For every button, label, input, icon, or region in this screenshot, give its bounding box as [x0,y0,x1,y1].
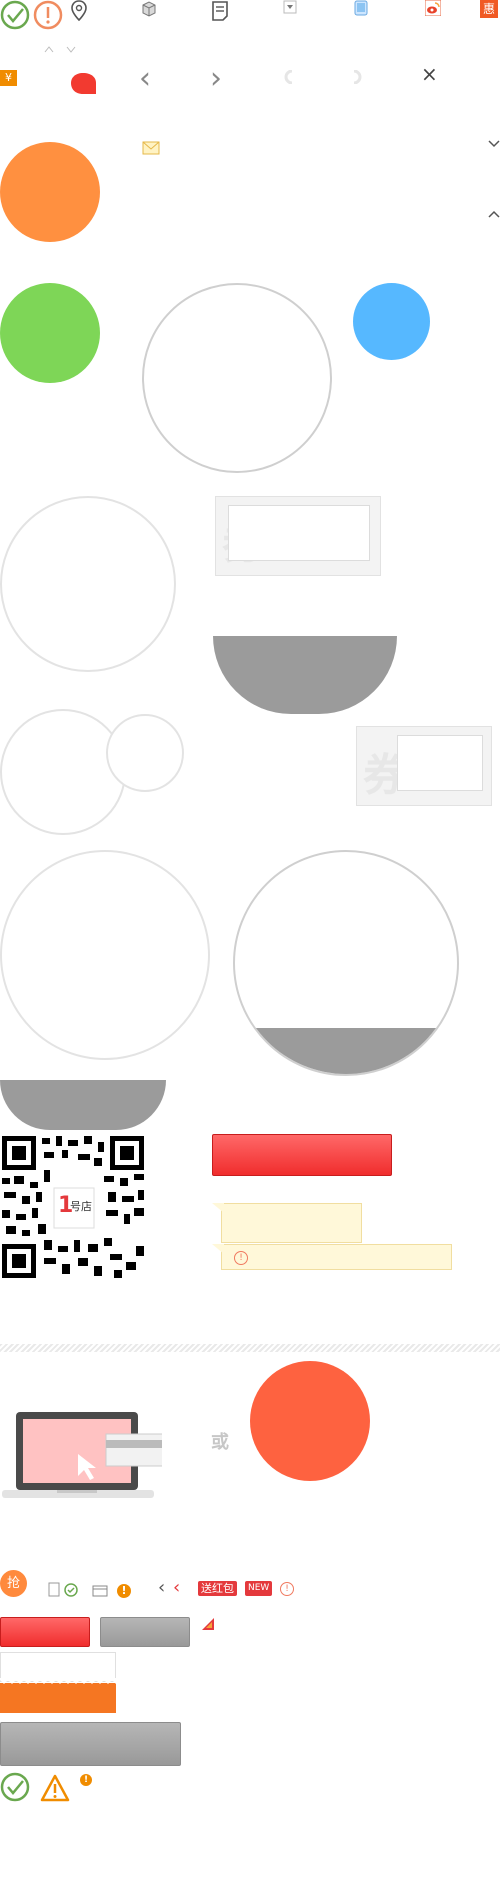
check-circle-bottom-icon [0,1772,30,1802]
chat-bubble-icon [71,73,96,94]
warning-outline-small-icon: ! [280,1582,294,1596]
arrow-left-button[interactable]: ‹ [139,64,151,94]
clipboard-check-icon [48,1582,78,1597]
chevron-down-icon[interactable] [488,140,500,149]
striped-divider [0,1344,500,1352]
hongbao-tag: 送红包 [198,1581,237,1596]
small-left-arrow-icon: ‹ [158,1577,166,1598]
small-grey-button[interactable] [100,1617,190,1647]
yen-badge-icon: ¥ [0,70,17,86]
warning-circle-icon [33,0,63,30]
chevron-up-icon[interactable] [488,210,500,219]
warning-dot-icon: ! [117,1584,131,1598]
outline-circle-left [0,709,126,835]
rob-badge-icon: 抢 [0,1570,27,1597]
orange-ticket-strip [0,1683,116,1713]
warning-triangle-icon [40,1774,70,1802]
arrow-right-button[interactable]: › [210,64,222,94]
circle-bottom-fill [235,1028,457,1074]
tip-box [221,1203,362,1243]
hui-badge-icon: 惠 [480,0,498,18]
small-left-arrow-red-icon: ‹ [173,1577,181,1598]
or-label: 或 [211,1432,229,1453]
warning-outline-icon: ! [234,1251,248,1265]
primary-red-button[interactable] [212,1134,392,1176]
small-red-button[interactable] [0,1617,90,1647]
outline-circle-large [142,283,332,473]
qr-logo-text: 号店 [70,1200,92,1213]
tip-box-warning: ! [221,1244,452,1270]
new-tag: NEW [245,1581,273,1596]
package-box-icon [142,1,156,17]
faint-right-arrow-icon [353,70,362,84]
dropdown-box-icon [283,0,297,14]
document-list-icon [212,1,228,21]
large-grey-button[interactable] [0,1722,181,1766]
outline-circle-medium [0,496,176,672]
grey-half-circle-small [0,1080,166,1130]
coupon-inner-panel [228,505,370,561]
corner-triangle-icon [202,1618,214,1630]
warning-dot-small-icon: ! [80,1774,92,1786]
serrated-edge [0,1678,116,1684]
mobile-phone-icon [354,0,368,16]
tomato-circle [250,1361,370,1481]
qr-code: 1 号店 [0,1134,146,1280]
coupon-ticket: 券 [215,496,381,576]
blue-circle [353,283,430,360]
credit-card-icon [92,1585,108,1597]
coupon-inner-panel-2 [397,735,483,791]
laptop-illustration-icon [2,1412,162,1498]
envelope-icon [142,141,160,155]
outline-circle-filled-bottom [233,850,459,1076]
up-down-caret-icon [44,46,76,53]
check-circle-icon [0,0,30,30]
tip-arrow-icon-2 [212,1244,224,1254]
close-icon[interactable]: × [421,63,438,85]
coupon-ticket-2: 券 [356,726,492,806]
faint-left-arrow-icon [284,70,293,84]
outline-circle-xl [0,850,210,1060]
grey-half-circle [213,636,397,714]
outline-circle-right [106,714,184,792]
location-pin-icon [71,0,87,22]
weibo-logo-icon [425,0,441,16]
orange-circle [0,142,100,242]
green-circle [0,283,100,383]
tip-arrow-icon [212,1203,224,1213]
